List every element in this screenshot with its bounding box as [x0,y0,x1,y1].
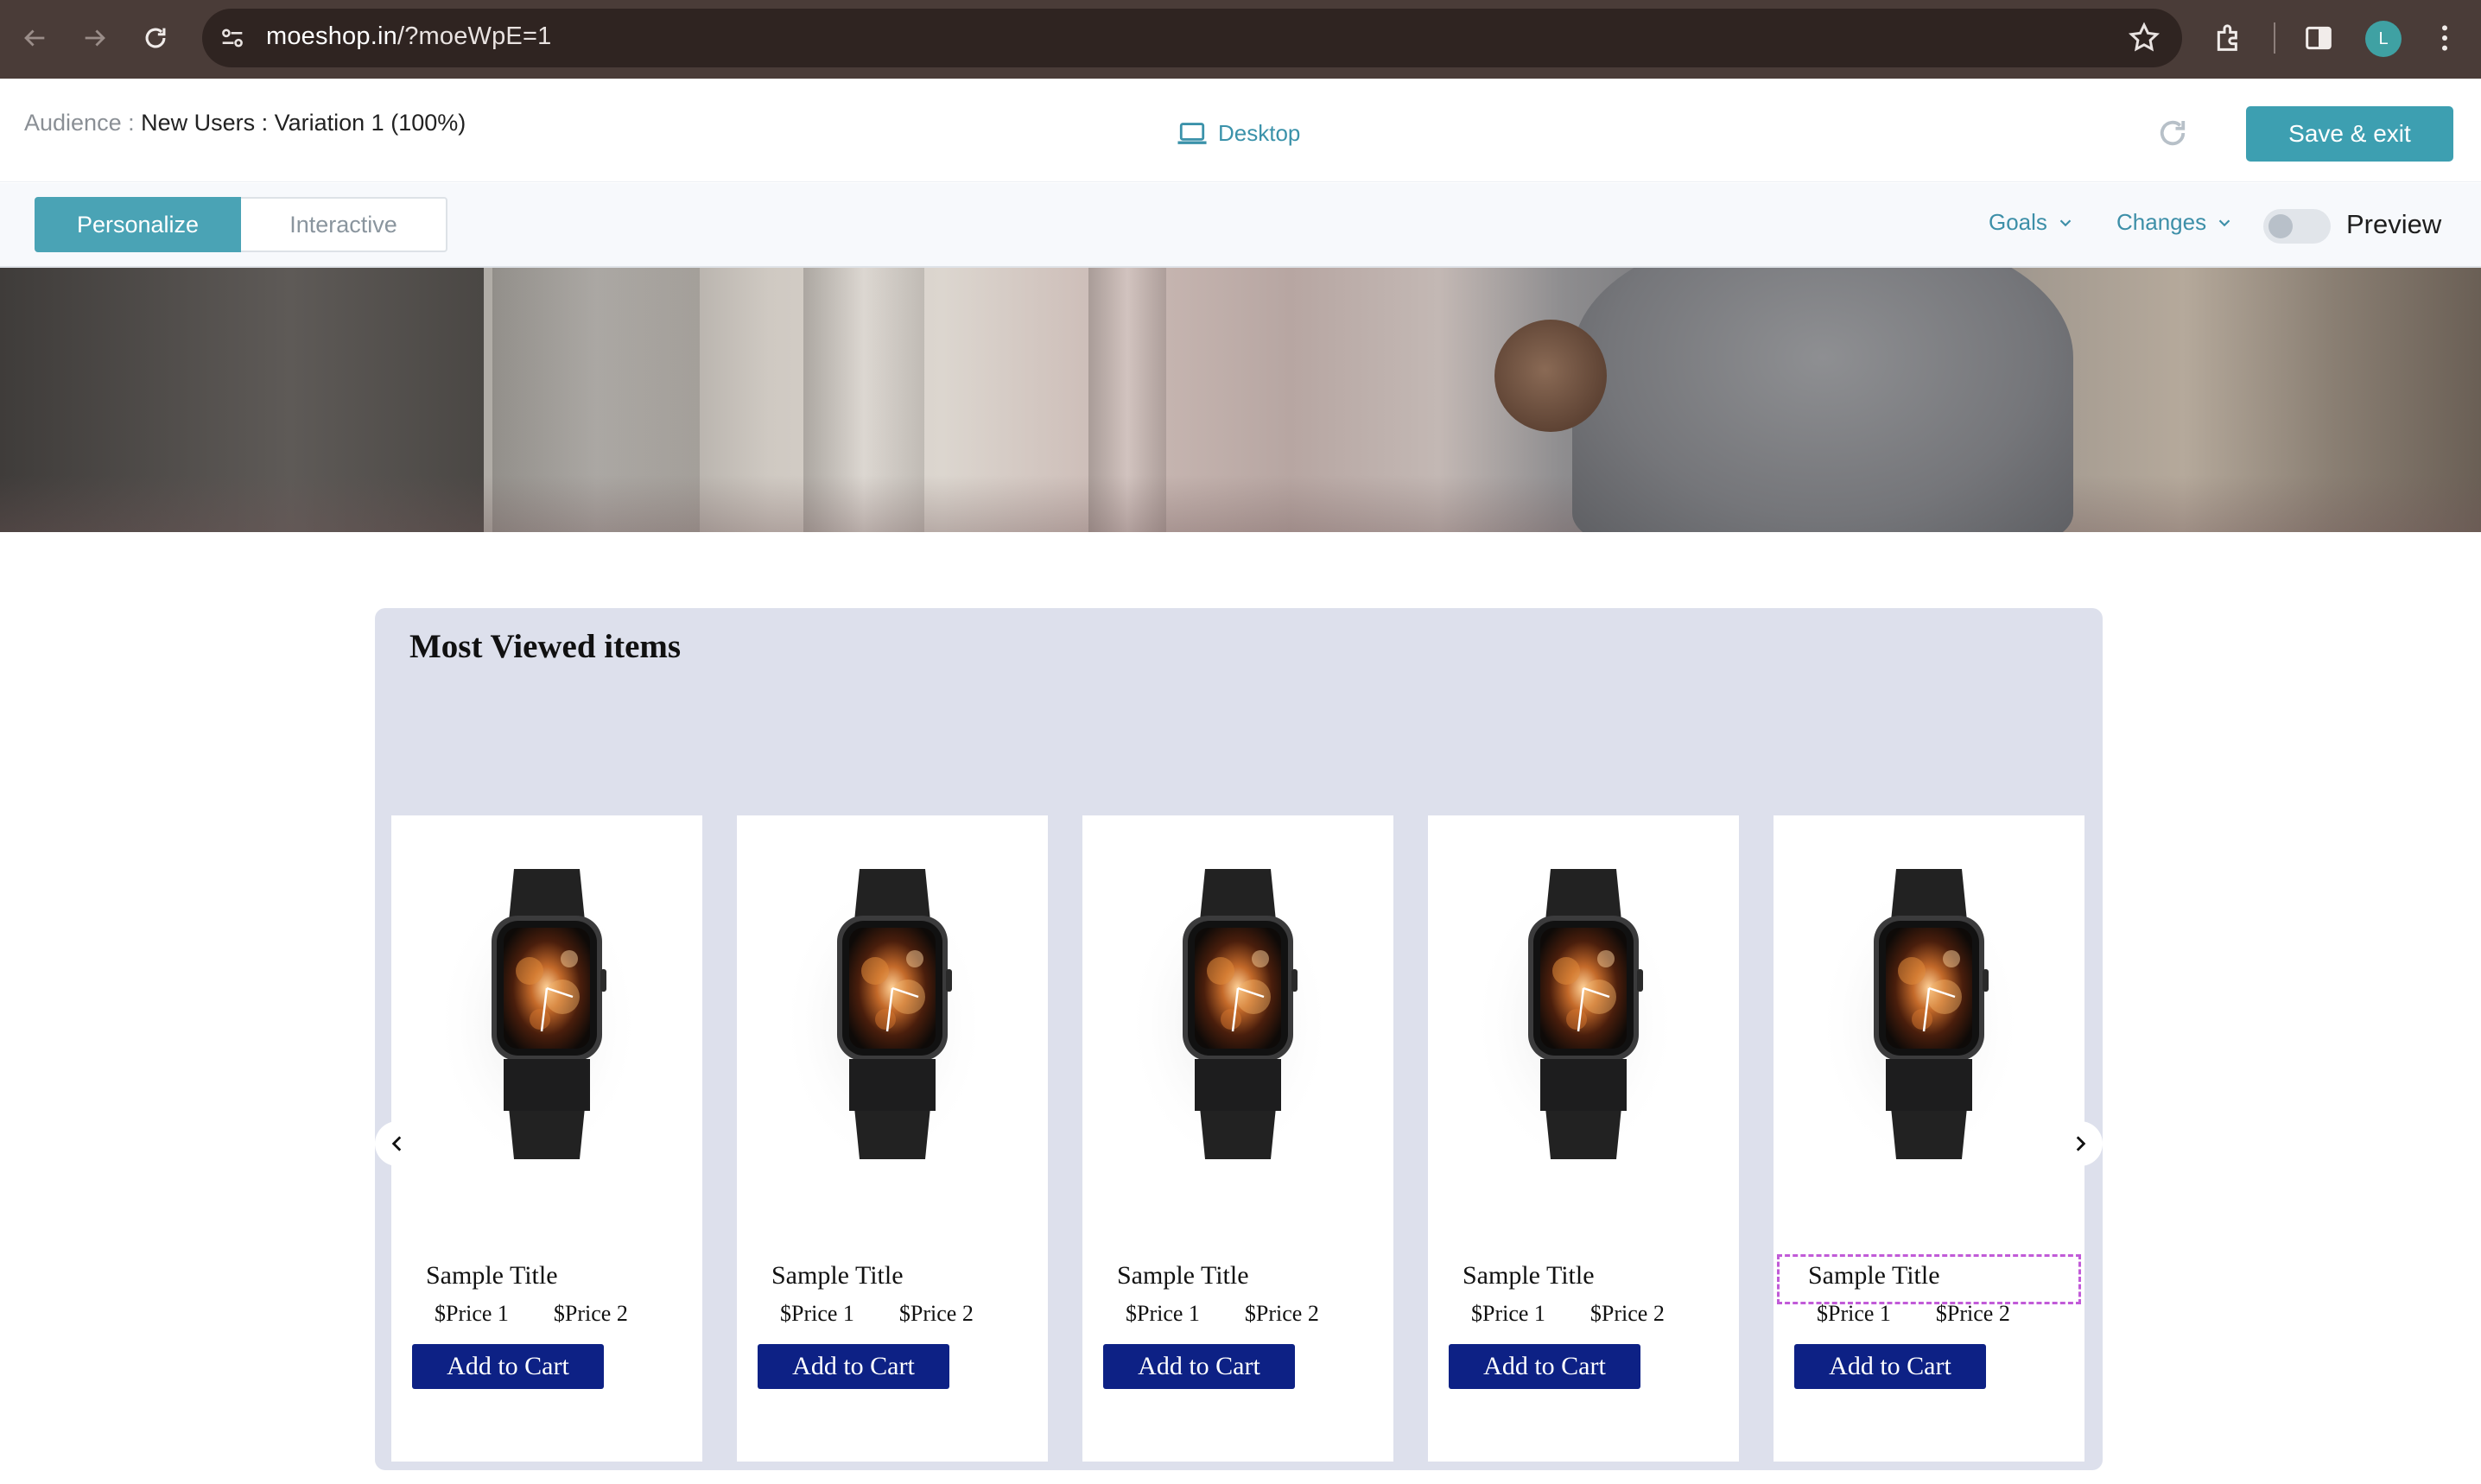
chevron-down-icon [2059,219,2072,226]
toggle-knob [2268,214,2293,238]
mode-tabs: Personalize Interactive [35,197,447,252]
preview-toggle[interactable] [2263,209,2331,244]
product-prices: $Price 1 $Price 2 [780,1301,974,1327]
product-card[interactable]: Sample Title $Price 1 $Price 2 Add to Ca… [1774,815,2084,1462]
audience-label: Audience : [24,110,142,136]
product-prices: $Price 1 $Price 2 [1817,1301,2010,1327]
chevron-left-icon [391,1136,402,1151]
audience-info: Audience : New Users : Variation 1 (100%… [24,110,466,136]
product-title: Sample Title [426,1261,558,1290]
product-title: Sample Title [771,1261,904,1290]
banner-runner [1572,268,2073,532]
chevron-down-icon [2218,219,2230,226]
goals-dropdown[interactable]: Goals [1989,209,2075,236]
product-prices: $Price 1 $Price 2 [1471,1301,1665,1327]
toolbar-divider [2274,22,2275,54]
product-card[interactable]: Sample Title $Price 1 $Price 2 Add to Ca… [391,815,702,1462]
hero-banner-image [0,268,2481,532]
refresh-icon[interactable] [2154,115,2191,151]
add-to-cart-button[interactable]: Add to Cart [1103,1344,1295,1389]
add-to-cart-button[interactable]: Add to Cart [1794,1344,1986,1389]
url-text: moeshop.in/?moeWpE=1 [266,22,552,50]
product-title: Sample Title [1463,1261,1595,1290]
product-price-2: $Price 2 [1935,1301,2010,1326]
product-price-2: $Price 2 [1244,1301,1319,1326]
carousel-prev-button[interactable] [375,1121,420,1166]
laptop-icon [1177,122,1207,144]
side-panel-icon[interactable] [2301,21,2336,55]
product-card[interactable]: Sample Title $Price 1 $Price 2 Add to Ca… [737,815,1048,1462]
product-prices: $Price 1 $Price 2 [435,1301,628,1327]
add-to-cart-button[interactable]: Add to Cart [412,1344,604,1389]
product-price-1: $Price 1 [435,1301,509,1326]
site-settings-icon[interactable] [218,23,247,53]
banner-runner-hand [1494,320,1607,432]
product-price-2: $Price 2 [1589,1301,1665,1326]
editor-header: Audience : New Users : Variation 1 (100%… [0,79,2481,182]
product-card[interactable]: Sample Title $Price 1 $Price 2 Add to Ca… [1428,815,1739,1462]
product-price-1: $Price 1 [1126,1301,1200,1326]
tab-personalize[interactable]: Personalize [35,197,241,252]
product-price-1: $Price 1 [1817,1301,1891,1326]
preview-label: Preview [2346,209,2442,239]
product-title: Sample Title [1117,1261,1249,1290]
changes-label: Changes [2116,209,2207,235]
reload-icon[interactable] [136,19,174,57]
smartwatch-image [1471,869,1678,1161]
smartwatch-image [435,869,642,1161]
banner-floor [0,475,2481,532]
product-price-1: $Price 1 [1471,1301,1545,1326]
smartwatch-image [780,869,987,1161]
smartwatch-image [1126,869,1333,1161]
editor-toolbar: Personalize Interactive Goals Changes Pr… [0,183,2481,268]
device-label: Desktop [1218,120,1301,146]
smartwatch-image [1817,869,2024,1161]
bookmark-star-icon[interactable] [2127,21,2161,55]
browser-toolbar: moeshop.in/?moeWpE=1 L [0,0,2481,79]
extensions-icon[interactable] [2211,21,2246,55]
save-and-exit-button[interactable]: Save & exit [2246,106,2453,162]
widget-title: Most Viewed items [409,628,682,665]
more-menu-icon[interactable] [2427,21,2462,55]
chevron-right-icon [2076,1136,2086,1151]
product-price-2: $Price 2 [898,1301,974,1326]
add-to-cart-button[interactable]: Add to Cart [758,1344,949,1389]
tab-interactive[interactable]: Interactive [241,197,447,252]
device-selector[interactable]: Desktop [1177,120,1300,147]
changes-dropdown[interactable]: Changes [2116,209,2234,236]
goals-label: Goals [1989,209,2047,235]
avatar-initial: L [2378,29,2389,48]
product-price-2: $Price 2 [553,1301,628,1326]
profile-avatar[interactable]: L [2365,21,2402,57]
address-bar[interactable]: moeshop.in/?moeWpE=1 [202,9,2182,67]
product-card[interactable]: Sample Title $Price 1 $Price 2 Add to Ca… [1082,815,1393,1462]
forward-arrow-icon[interactable] [76,19,114,57]
product-prices: $Price 1 $Price 2 [1126,1301,1319,1327]
carousel-next-button[interactable] [2058,1121,2103,1166]
product-title: Sample Title [1808,1261,1940,1290]
add-to-cart-button[interactable]: Add to Cart [1449,1344,1640,1389]
product-price-1: $Price 1 [780,1301,854,1326]
back-arrow-icon[interactable] [16,19,54,57]
audience-value: New Users : Variation 1 (100%) [141,110,466,136]
